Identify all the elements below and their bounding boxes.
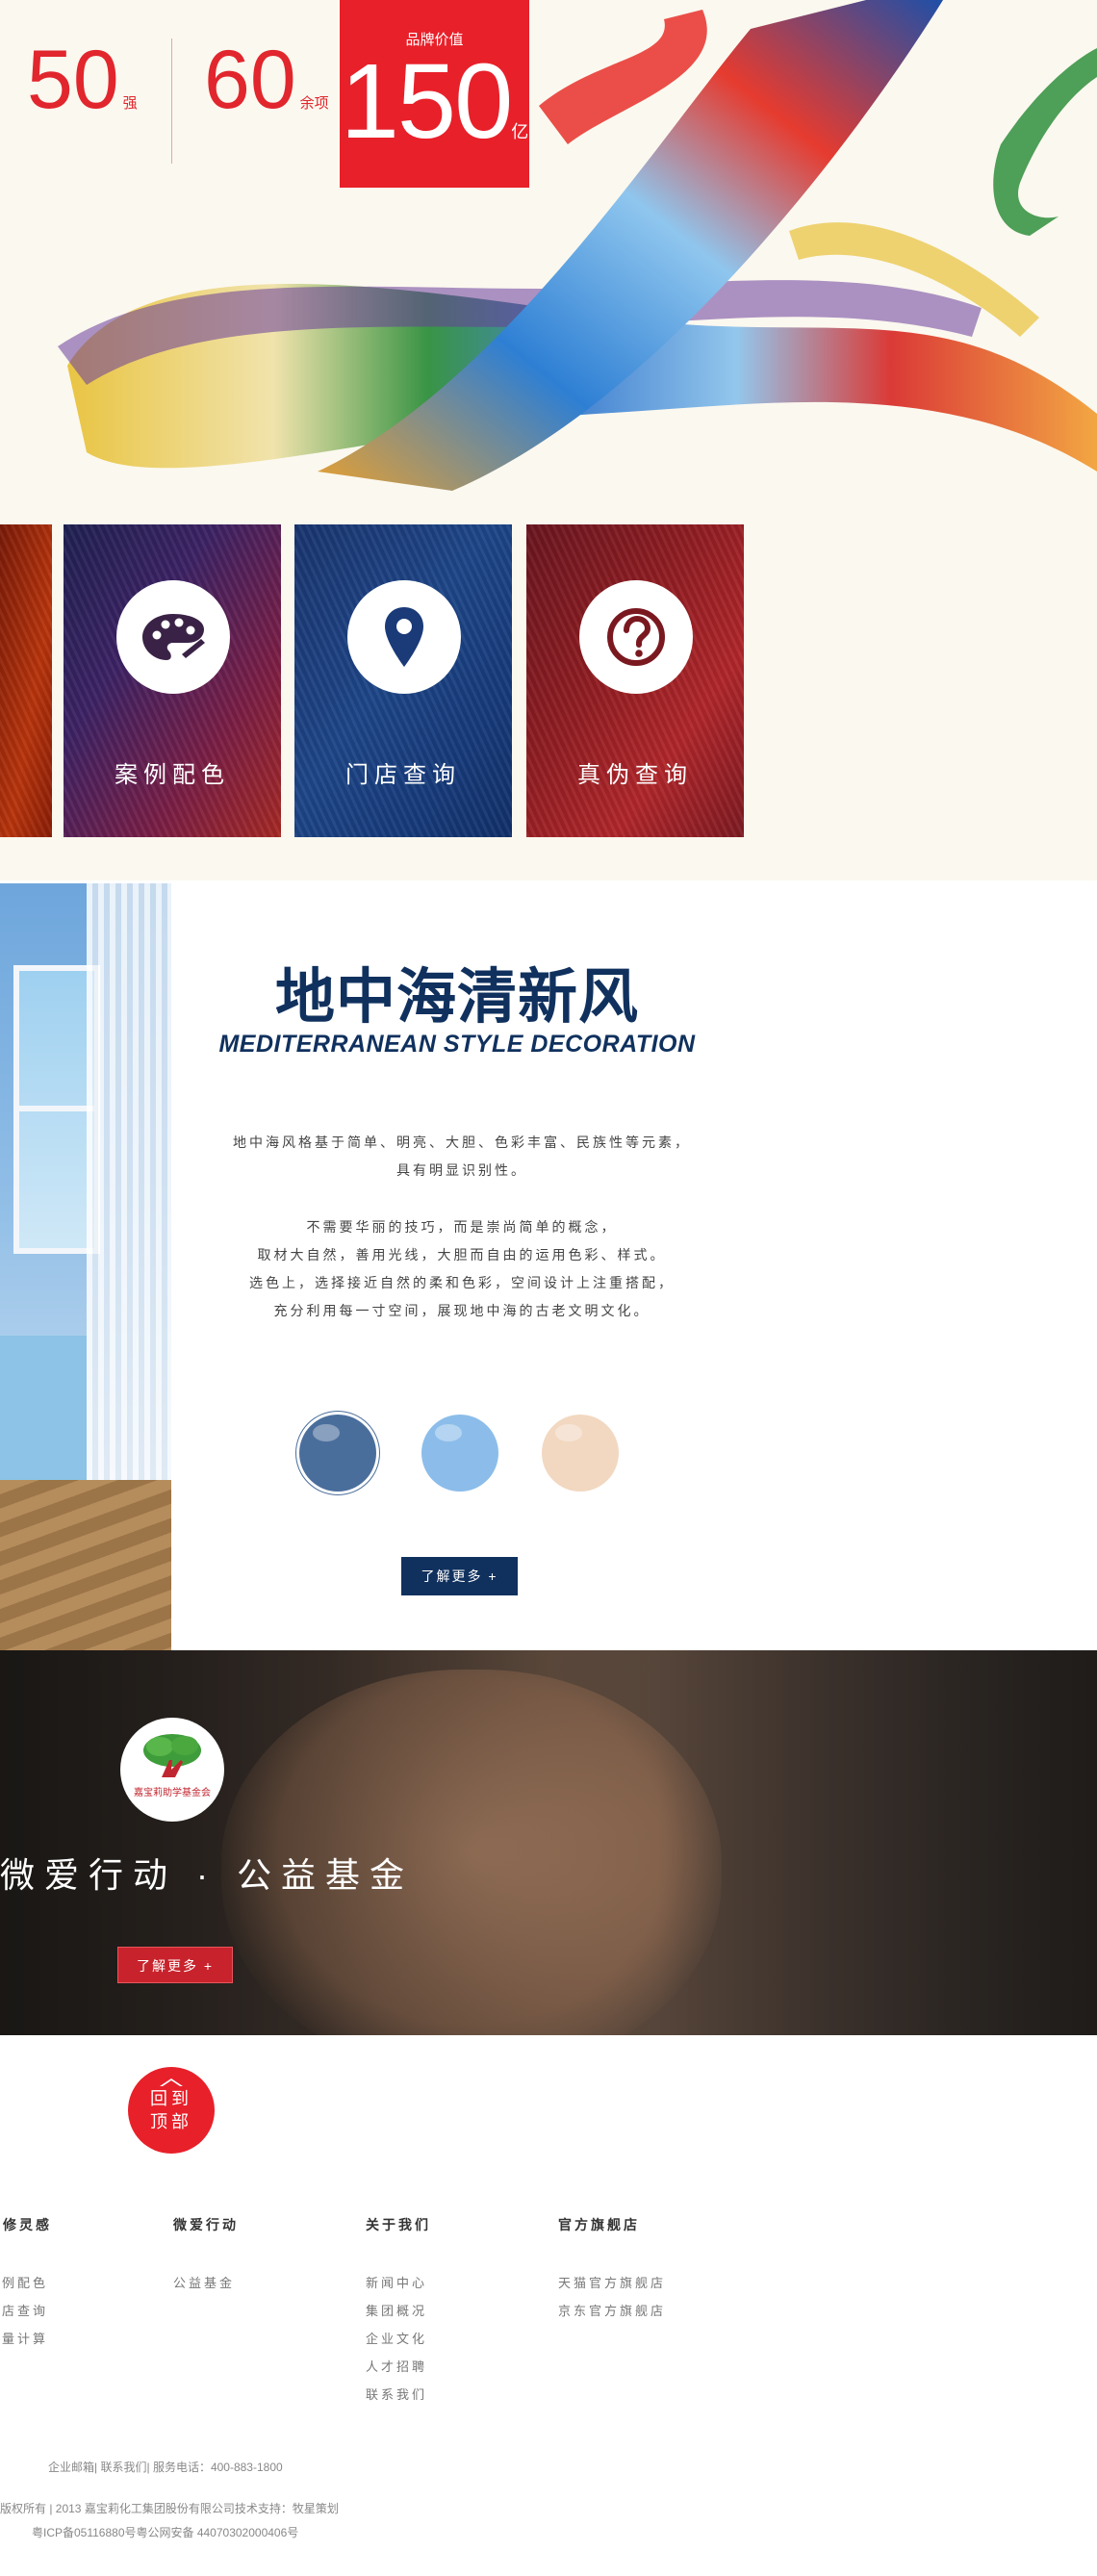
foundation-logo-caption: 嘉宝莉助学基金会: [134, 1788, 211, 1798]
back-to-top-label: 顶部: [150, 2112, 192, 2131]
back-to-top-label: 回到: [150, 2089, 192, 2108]
mediterranean-style-section: 地中海清新风 MEDITERRANEAN STYLE DECORATION 地中…: [0, 880, 1097, 1650]
service-card-authenticity[interactable]: 真伪查询: [526, 524, 744, 837]
footer-column-inspiration: 装修灵感 案例配色 门店查询 用量计算: [0, 2215, 52, 2353]
footer-link[interactable]: 新闻中心: [366, 2269, 431, 2297]
stat-top-50: 50 强: [27, 38, 138, 121]
service-card-store-locator[interactable]: 门店查询: [294, 524, 512, 837]
email-link[interactable]: 企业邮箱: [48, 2461, 94, 2474]
color-swatch-sky-blue[interactable]: [421, 1415, 498, 1492]
section-title: 地中海清新风: [274, 964, 639, 1031]
map-pin-icon: [347, 580, 461, 694]
footer-link[interactable]: 人才招聘: [366, 2353, 431, 2381]
footer-link[interactable]: 联系我们: [366, 2381, 431, 2409]
footer-link[interactable]: 公益基金: [173, 2269, 239, 2297]
footer-column-heading: 官方旗舰店: [558, 2217, 640, 2232]
chevron-up-icon: [160, 2079, 183, 2086]
service-card-color-cases[interactable]: 案例配色: [64, 524, 281, 837]
footer-link[interactable]: 天猫官方旗舰店: [558, 2269, 666, 2297]
brand-value-unit: 亿: [511, 122, 529, 141]
description-paragraph: 地中海风格基于简单、明亮、大胆、色彩丰富、民族性等元素， 具有明显识别性。: [183, 1129, 741, 1185]
footer-contact: 企业邮箱| 联系我们| 服务电话：400-883-1800: [48, 2461, 283, 2474]
footer-link[interactable]: 企业文化: [366, 2325, 431, 2353]
palette-icon: [116, 580, 230, 694]
stat-value: 60: [204, 34, 296, 126]
back-to-top-button[interactable]: 回到 顶部: [128, 2067, 215, 2154]
description-line: 不需要华丽的技巧，而是崇尚简单的概念，: [306, 1219, 618, 1235]
footer-link[interactable]: 集团概况: [366, 2297, 431, 2325]
description-line: 取材大自然，善用光线，大胆而自由的运用色彩、样式。: [257, 1247, 667, 1262]
footer-column-about: 关于我们 新闻中心 集团概况 企业文化 人才招聘 联系我们: [366, 2215, 431, 2409]
stat-unit: 强: [122, 95, 138, 112]
contact-us-link[interactable]: 联系我们: [100, 2461, 146, 2474]
copyright-text: 版权所有 | 2013 嘉宝莉化工集团股份有限公司技术支持：牧星策划: [0, 2502, 339, 2515]
card-label: 案例配色: [115, 762, 230, 788]
foundation-logo: 嘉宝莉助学基金会: [120, 1718, 224, 1822]
brand-value-box: 品牌价值 150亿: [340, 0, 529, 188]
learn-more-button[interactable]: 了解更多 +: [401, 1557, 518, 1595]
section-subtitle: MEDITERRANEAN STYLE DECORATION: [218, 1031, 696, 1058]
site-footer: 回到 顶部 装修灵感 案例配色 门店查询 用量计算 微爱行动 公益基金 关于我们…: [0, 2035, 1097, 2576]
stat-divider: [171, 38, 172, 164]
hero-section: 50 强 60 余项 品牌价值 150亿 案例配色 门店查询 真伪查询: [0, 0, 1097, 880]
footer-column-heading: 关于我们: [366, 2217, 431, 2232]
curtain-image: [87, 883, 171, 1557]
footer-column-stores: 官方旗舰店 天猫官方旗舰店 京东官方旗舰店: [558, 2215, 666, 2325]
footer-column-heading: 微爱行动: [173, 2217, 239, 2232]
stat-unit: 余项: [299, 95, 329, 112]
footer-link[interactable]: 门店查询: [0, 2297, 52, 2325]
card-label: 门店查询: [345, 762, 461, 788]
stat-patents: 60 余项: [204, 38, 329, 121]
question-icon: [579, 580, 693, 694]
charity-banner: 嘉宝莉助学基金会 微爱行动 · 公益基金 了解更多 +: [0, 1650, 1097, 2035]
description-line: 选色上，选择接近自然的柔和色彩，空间设计上注重搭配，: [249, 1275, 675, 1290]
brand-value-number: 150: [340, 42, 514, 161]
footer-column-heading: 装修灵感: [0, 2217, 52, 2232]
service-card-partial[interactable]: [0, 524, 52, 837]
color-swatch-peach[interactable]: [542, 1415, 619, 1492]
stat-value: 50: [27, 34, 119, 126]
footer-column-charity: 微爱行动 公益基金: [173, 2215, 239, 2297]
footer-link[interactable]: 用量计算: [0, 2325, 52, 2353]
card-label: 真伪查询: [577, 762, 693, 788]
description-paragraph: 不需要华丽的技巧，而是崇尚简单的概念， 取材大自然，善用光线，大胆而自由的运用色…: [183, 1213, 741, 1325]
footer-link[interactable]: 案例配色: [0, 2269, 52, 2297]
service-phone: 服务电话：400-883-1800: [152, 2461, 283, 2474]
wood-floor-image: [0, 1480, 171, 1650]
paint-swirl-graphic: [58, 0, 1097, 491]
charity-learn-more-button[interactable]: 了解更多 +: [117, 1947, 233, 1983]
icp-license-text: 粤ICP备05116880号粤公网安备 44070302000406号: [32, 2526, 299, 2539]
description-line: 充分利用每一寸空间，展现地中海的古老文明文化。: [273, 1303, 651, 1318]
description-line: 具有明显识别性。: [396, 1162, 527, 1178]
color-swatch-navy[interactable]: [299, 1415, 376, 1492]
tree-icon: [143, 1734, 201, 1777]
description-line: 地中海风格基于简单、明亮、大胆、色彩丰富、民族性等元素，: [233, 1135, 691, 1150]
charity-title: 微爱行动 · 公益基金: [0, 1855, 414, 1895]
room-photo: [0, 883, 171, 1650]
footer-link[interactable]: 京东官方旗舰店: [558, 2297, 666, 2325]
